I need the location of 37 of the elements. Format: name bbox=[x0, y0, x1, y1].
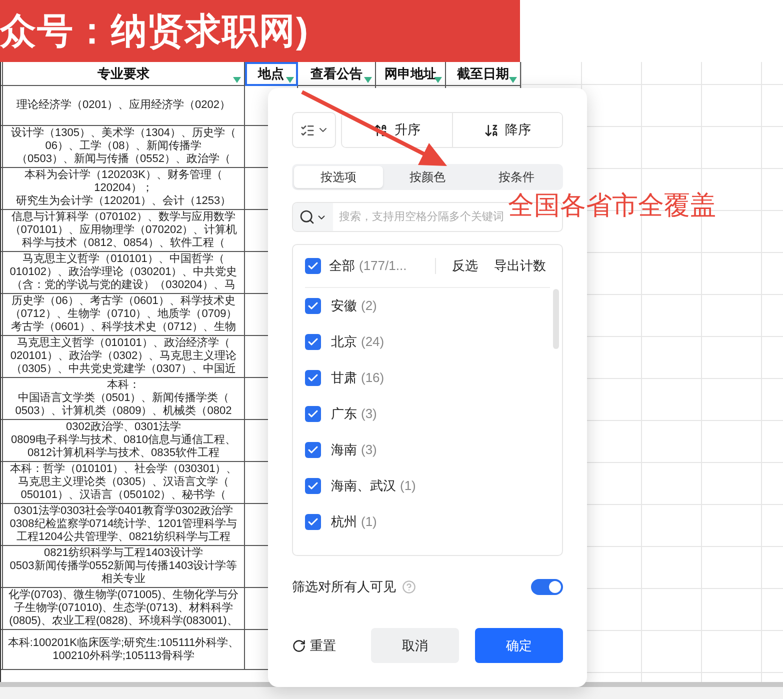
option-label[interactable]: 全部 (177/1... bbox=[329, 257, 407, 275]
option-label[interactable]: 广东 (3) bbox=[331, 405, 377, 423]
option-label[interactable]: 甘肃 (16) bbox=[331, 369, 384, 387]
list-action-link[interactable]: 导出计数 bbox=[490, 257, 550, 275]
tab[interactable]: 按选项 bbox=[294, 166, 383, 188]
table-cell: 马克思主义哲学（010101）、中国哲学（ 010102）、政治学理论（030201）、中共党史 （含：党的学说与党的建设）（030204）、马 bbox=[3, 252, 245, 294]
table-cell: 马克思主义哲学（010101）、政治经济学（ 020101）、政治学（0302）、马克思主义理论 （0305）、中共党史党建学（0307）、中国近 bbox=[3, 336, 245, 378]
table-cell: 0821纺织科学与工程1403设计学 0503新闻传播学0552新闻与传播1403设计学等 相关专业 bbox=[3, 546, 245, 588]
reset-button[interactable]: 重置 bbox=[292, 636, 336, 654]
table-cell: 本科：哲学（010101）、社会学（030301）、 马克思主义理论类（0305）、汉语言文学（ 050101）、汉语言（050102）、秘书学（ bbox=[3, 462, 245, 504]
column-header[interactable]: 截至日期 bbox=[446, 62, 521, 86]
column-header[interactable]: 网申地址 bbox=[376, 62, 446, 86]
sort-button[interactable]: 降序 bbox=[452, 113, 562, 147]
table-cell: 理论经济学（0201）、应用经济学（0202） bbox=[3, 86, 245, 126]
option-label[interactable]: 安徽 (2) bbox=[331, 297, 377, 315]
cancel-button[interactable]: 取消 bbox=[371, 628, 459, 663]
table-cell: 本科:100201K临床医学;研究生:105111外科学、 100210外科学;105113骨科学 bbox=[3, 630, 245, 670]
table-cell: 0301法学0303社会学0401教育学0302政治学 0308纪检监察学0714统计学、1201管理科学与 工程1204公共管理学、0821纺织科学与工程 bbox=[3, 504, 245, 546]
list-action-link[interactable]: 反选 bbox=[448, 257, 482, 275]
column-header[interactable]: 专业要求 bbox=[3, 62, 245, 86]
table-cell: 本科为会计学（120203K）、财务管理（ 120204）； 研究生为会计学（120201）、会计（1253） bbox=[3, 168, 245, 210]
visibility-label: 筛选对所有人可见 bbox=[292, 578, 396, 596]
column-header[interactable]: 地点 bbox=[245, 62, 298, 86]
option-label[interactable]: 海南 (3) bbox=[331, 441, 377, 459]
table-cell: 本科： 中国语言文学类（0501）、新闻传播学类（ 0503）、计算机类（0809）、机械类（0802 bbox=[3, 378, 245, 420]
tab[interactable]: 按条件 bbox=[472, 166, 561, 188]
option-label[interactable]: 杭州 (1) bbox=[331, 513, 377, 531]
table-cell: 历史学（06）、考古学（0601）、科学技术史 （0712）、生物学（0710）、地质学（0709） 考古学（0601）、科学技术史（0712）、生物 bbox=[3, 294, 245, 336]
tab[interactable]: 按颜色 bbox=[383, 166, 472, 188]
option-label[interactable]: 北京 (24) bbox=[331, 333, 384, 351]
table-cell: 0302政治学、0301法学 0809电子科学与技术、0810信息与通信工程、 0812计算机科学与技术、0835软件工程 bbox=[3, 420, 245, 462]
table-cell: 设计学（1305）、美术学（1304）、历史学（ 06）、工学（08）、新闻传播学 （0503）、新闻与传播（0552）、政治学（ bbox=[3, 126, 245, 168]
column-header[interactable]: 查看公告 bbox=[298, 62, 376, 86]
confirm-button[interactable]: 确定 bbox=[475, 628, 563, 663]
option-label[interactable]: 海南、武汉 (1) bbox=[331, 477, 416, 495]
table-cell: 信息与计算科学（070102）、数学与应用数学 （070101）、应用物理学（070202）、计算机 科学与技术（0812、0854）、软件工程（ bbox=[3, 210, 245, 252]
table-cell: 化学(0703)、微生物学(071005)、生物化学与分 子生物学(071010)、生态学(0713)、材料科学 (0805)、农业工程(0828)、环境科学(083001)、 bbox=[3, 588, 245, 630]
